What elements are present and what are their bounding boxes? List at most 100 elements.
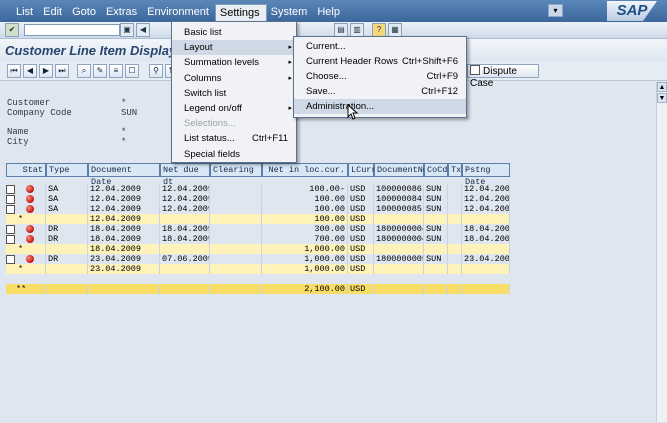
- previous-page-icon[interactable]: ◀: [23, 64, 37, 78]
- menu-goto[interactable]: Goto: [68, 4, 102, 24]
- table-cell-type: SA: [46, 204, 88, 214]
- menu-extras[interactable]: Extras: [102, 4, 143, 24]
- settings-menu: Basic list Layout ▸ Summation levels ▸ Column…: [171, 21, 297, 163]
- submenu-arrow-icon: ▸: [288, 74, 292, 82]
- table-cell-curr: USD: [348, 254, 374, 264]
- layout-submenu-item[interactable]: Save... Ctrl+F12: [294, 84, 466, 99]
- open-item-status-icon: [26, 255, 34, 263]
- row-select-checkbox[interactable]: [6, 205, 15, 214]
- table-cell-pdate: 18.04.2009: [464, 234, 510, 244]
- scroll-up-icon[interactable]: ▲: [657, 82, 667, 92]
- table-row[interactable]: DR 23.04.2009 07.06.2009 1,000.00 USD 1800000…: [6, 254, 510, 264]
- next-page-icon[interactable]: ▶: [39, 64, 53, 78]
- table-cell-doc-date: 23.04.2009: [88, 264, 160, 274]
- table-cell-docno: 100000084: [374, 194, 424, 204]
- command-field[interactable]: [24, 24, 120, 36]
- table-row[interactable]: SA 12.04.2009 12.04.2009 100.00 USD 100000085…: [6, 204, 510, 214]
- column-header[interactable]: Tx: [448, 163, 462, 177]
- shortcut-label: Ctrl+F11: [252, 133, 288, 145]
- subtotal-row[interactable]: * 12.04.2009 100.00 USD: [6, 214, 510, 224]
- row-select-checkbox[interactable]: [6, 225, 15, 234]
- total-row[interactable]: ** 2,100.00 USD: [6, 284, 510, 294]
- subtotal-row[interactable]: * 23.04.2009 1,000.00 USD: [6, 264, 510, 274]
- table-row[interactable]: SA 12.04.2009 12.04.2009 100.00- USD 10000008…: [6, 184, 510, 194]
- settings-menu-item[interactable]: Columns ▸: [172, 71, 296, 86]
- menu-list[interactable]: List: [12, 4, 39, 24]
- row-select-checkbox[interactable]: [6, 185, 15, 194]
- menu-edit[interactable]: Edit: [39, 4, 68, 24]
- settings-menu-item[interactable]: Layout ▸: [172, 40, 296, 56]
- mouse-pointer-icon: [347, 104, 359, 120]
- column-header[interactable]: DocumentNo: [374, 163, 428, 177]
- table-cell-docno: 100000085: [374, 204, 424, 214]
- table-cell-tx: [448, 224, 462, 234]
- table-cell-curr: USD: [348, 194, 374, 204]
- back-icon[interactable]: ◀: [136, 23, 150, 37]
- layout-submenu-item[interactable]: Administration...: [294, 99, 466, 114]
- subtotal-row[interactable]: * 18.04.2009 1,000.00 USD: [6, 244, 510, 254]
- save-icon[interactable]: ▣: [120, 23, 134, 37]
- table-cell-due: 18.04.2009: [162, 224, 210, 234]
- select-all-icon[interactable]: ≡: [109, 64, 123, 78]
- generate-shortcut-icon[interactable]: ▥: [350, 23, 364, 37]
- settings-menu-item[interactable]: Summation levels ▸: [172, 55, 296, 70]
- menu-help[interactable]: Help: [313, 4, 346, 24]
- help-icon[interactable]: ?: [372, 23, 386, 37]
- table-cell-doc-date: 23.04.2009: [88, 254, 160, 264]
- open-item-status-icon: [26, 185, 34, 193]
- table-row[interactable]: DR 18.04.2009 18.04.2009 300.00 USD 180000000…: [6, 224, 510, 234]
- enter-icon[interactable]: ✔: [5, 23, 19, 37]
- settings-menu-item[interactable]: Switch list: [172, 86, 296, 101]
- deselect-all-icon[interactable]: ☐: [125, 64, 139, 78]
- last-page-icon[interactable]: ⏭: [55, 64, 69, 78]
- column-header[interactable]: Type: [46, 163, 88, 177]
- dispute-case-button[interactable]: Dispute Case: [467, 64, 539, 89]
- table-cell-doc-date: 12.04.2009: [88, 204, 160, 214]
- column-header[interactable]: LCurr: [348, 163, 377, 177]
- column-header[interactable]: CoCd: [424, 163, 448, 177]
- table-row[interactable]: SA 12.04.2009 12.04.2009 100.00 USD 100000084…: [6, 194, 510, 204]
- column-header[interactable]: Net due dt: [160, 163, 210, 187]
- display-icon[interactable]: ⌕: [77, 64, 91, 78]
- submenu-arrow-icon: ▸: [288, 105, 292, 112]
- settings-menu-item[interactable]: Basic list: [172, 25, 296, 40]
- layout-submenu-item-label: Choose...: [306, 71, 347, 82]
- dispute-case-icon: [470, 65, 480, 75]
- table-row[interactable]: DR 18.04.2009 18.04.2009 700.00 USD 180000000…: [6, 234, 510, 244]
- open-item-status-icon: [26, 195, 34, 203]
- settings-menu-item[interactable]: Legend on/off ▸: [172, 101, 296, 116]
- table-cell-type: DR: [46, 224, 88, 234]
- settings-menu-item[interactable]: List status... Ctrl+F11: [172, 131, 296, 146]
- first-page-icon[interactable]: ⏮: [7, 64, 21, 78]
- layout-submenu: Current... Current Header Rows Ctrl+Shift+…: [293, 36, 467, 118]
- column-header[interactable]: Clearing: [210, 163, 262, 177]
- row-select-checkbox[interactable]: [6, 195, 15, 204]
- create-session-icon[interactable]: ▤: [334, 23, 348, 37]
- column-header[interactable]: Net in loc.cur.: [262, 163, 348, 177]
- row-select-checkbox[interactable]: [6, 255, 15, 264]
- table-cell-docno: [374, 264, 424, 274]
- layout-submenu-item[interactable]: Choose... Ctrl+F9: [294, 69, 466, 84]
- column-header[interactable]: Stat: [6, 163, 46, 177]
- change-icon[interactable]: ✎: [93, 64, 107, 78]
- total-empty-cell: [160, 284, 210, 294]
- open-item-status-icon: [26, 225, 34, 233]
- table-cell-due: 12.04.2009: [162, 194, 210, 204]
- filter-icon[interactable]: ⚲: [149, 64, 163, 78]
- settings-menu-item[interactable]: Special fields: [172, 147, 296, 162]
- table-cell-doc-date: 18.04.2009: [88, 224, 160, 234]
- column-header[interactable]: Document Date: [88, 163, 160, 187]
- table-cell-amount: 700.00: [262, 234, 348, 244]
- table-cell-pdate: 12.04.2009: [464, 204, 510, 214]
- row-select-checkbox[interactable]: [6, 235, 15, 244]
- total-empty-cell: [210, 284, 262, 294]
- table-cell-cocd: SUN: [424, 184, 448, 194]
- shortcut-label: Ctrl+F9: [426, 71, 458, 82]
- layout-submenu-item[interactable]: Current...: [294, 39, 466, 54]
- scroll-down-icon[interactable]: ▼: [657, 93, 667, 103]
- layout-submenu-item[interactable]: Current Header Rows Ctrl+Shift+F6: [294, 54, 466, 69]
- layout-menu-icon[interactable]: ▦: [388, 23, 402, 37]
- window-control-icon[interactable]: ▾: [548, 4, 563, 17]
- column-header[interactable]: Pstng Date: [462, 163, 510, 187]
- vertical-scrollbar[interactable]: ▲ ▼: [656, 82, 667, 422]
